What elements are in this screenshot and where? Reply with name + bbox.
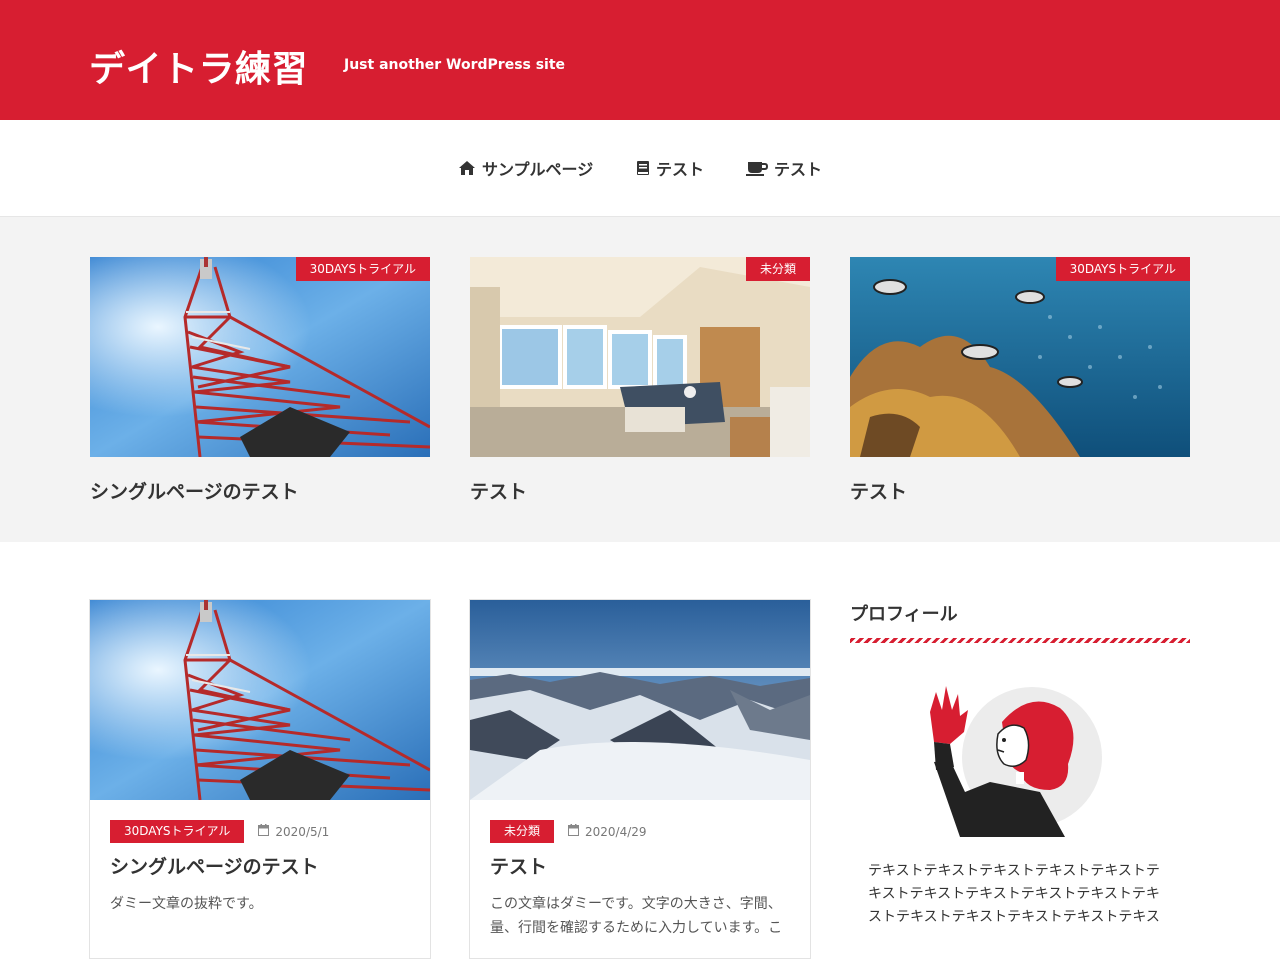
calendar-icon — [258, 824, 270, 839]
post-date: 2020/5/1 — [258, 824, 329, 839]
category-badge[interactable]: 30DAYSトライアル — [295, 257, 430, 281]
nav-item-test-1[interactable]: テスト — [636, 156, 704, 180]
widget-title: プロフィール — [850, 604, 958, 625]
post-excerpt: ダミー文章の抜粋です。 — [110, 896, 263, 912]
home-icon — [458, 160, 476, 176]
calendar-icon — [568, 824, 580, 839]
post-card: 未分類 2020/4/29 テスト この文章はダミーです。文字の大きさ、字間、量… — [469, 599, 811, 959]
featured-posts: 30DAYSトライアル シングルページのテスト 未分類 テスト 30DAYSトラ… — [0, 217, 1280, 542]
post-title[interactable]: テスト — [490, 852, 547, 879]
category-badge[interactable]: 30DAYSトライアル — [110, 820, 245, 843]
featured-thumbnail[interactable]: 30DAYSトライアル — [850, 257, 1190, 457]
tokyo-tower-image — [90, 257, 430, 457]
post-date-text: 2020/4/29 — [585, 824, 647, 839]
nav-item-test-2[interactable]: テスト — [746, 156, 822, 180]
featured-thumbnail[interactable]: 30DAYSトライアル — [90, 257, 430, 457]
post-thumbnail[interactable] — [470, 600, 810, 800]
living-room-image — [470, 257, 810, 457]
book-icon — [636, 160, 650, 176]
widget-title-stripe — [850, 638, 1190, 643]
featured-thumbnail[interactable]: 未分類 — [470, 257, 810, 457]
main-nav: サンプルページ テスト テスト — [0, 120, 1280, 217]
post-date: 2020/4/29 — [568, 824, 647, 839]
post-meta: 未分類 2020/4/29 — [490, 820, 647, 843]
featured-card[interactable]: 30DAYSトライアル テスト — [850, 257, 1190, 504]
featured-title[interactable]: テスト — [850, 477, 1190, 504]
snowy-mountains-image — [470, 600, 810, 800]
category-badge[interactable]: 30DAYSトライアル — [1055, 257, 1190, 281]
site-header: デイトラ練習 Just another WordPress site — [0, 0, 1280, 120]
nav-item-label: テスト — [656, 160, 705, 179]
category-badge[interactable]: 未分類 — [745, 257, 810, 281]
profile-text: テキストテキストテキストテキストテキストテキストテキストテキストテキストテキスト… — [868, 863, 1160, 925]
coral-reef-image — [850, 257, 1190, 457]
profile-avatar — [920, 672, 1110, 841]
post-thumbnail[interactable] — [90, 600, 430, 800]
coffee-icon — [746, 160, 768, 176]
featured-card[interactable]: 未分類 テスト — [470, 257, 810, 504]
site-title[interactable]: デイトラ練習 — [89, 40, 308, 92]
post-date-text: 2020/5/1 — [275, 824, 330, 839]
site-tagline: Just another WordPress site — [344, 57, 566, 73]
post-excerpt: この文章はダミーです。文字の大きさ、字間、量、行間を確認するために入力しています… — [490, 896, 783, 936]
nav-item-label: サンプルページ — [482, 160, 594, 179]
nav-item-label: テスト — [774, 160, 823, 179]
category-badge[interactable]: 未分類 — [490, 820, 555, 843]
post-meta: 30DAYSトライアル 2020/5/1 — [110, 820, 329, 843]
featured-title[interactable]: テスト — [470, 477, 810, 504]
featured-card[interactable]: 30DAYSトライアル シングルページのテスト — [90, 257, 430, 504]
nav-item-sample-page[interactable]: サンプルページ — [458, 156, 593, 180]
tokyo-tower-image — [90, 600, 430, 800]
featured-title[interactable]: シングルページのテスト — [90, 477, 430, 504]
post-card: 30DAYSトライアル 2020/5/1 シングルページのテスト ダミー文章の抜… — [89, 599, 431, 959]
post-title[interactable]: シングルページのテスト — [110, 852, 319, 879]
